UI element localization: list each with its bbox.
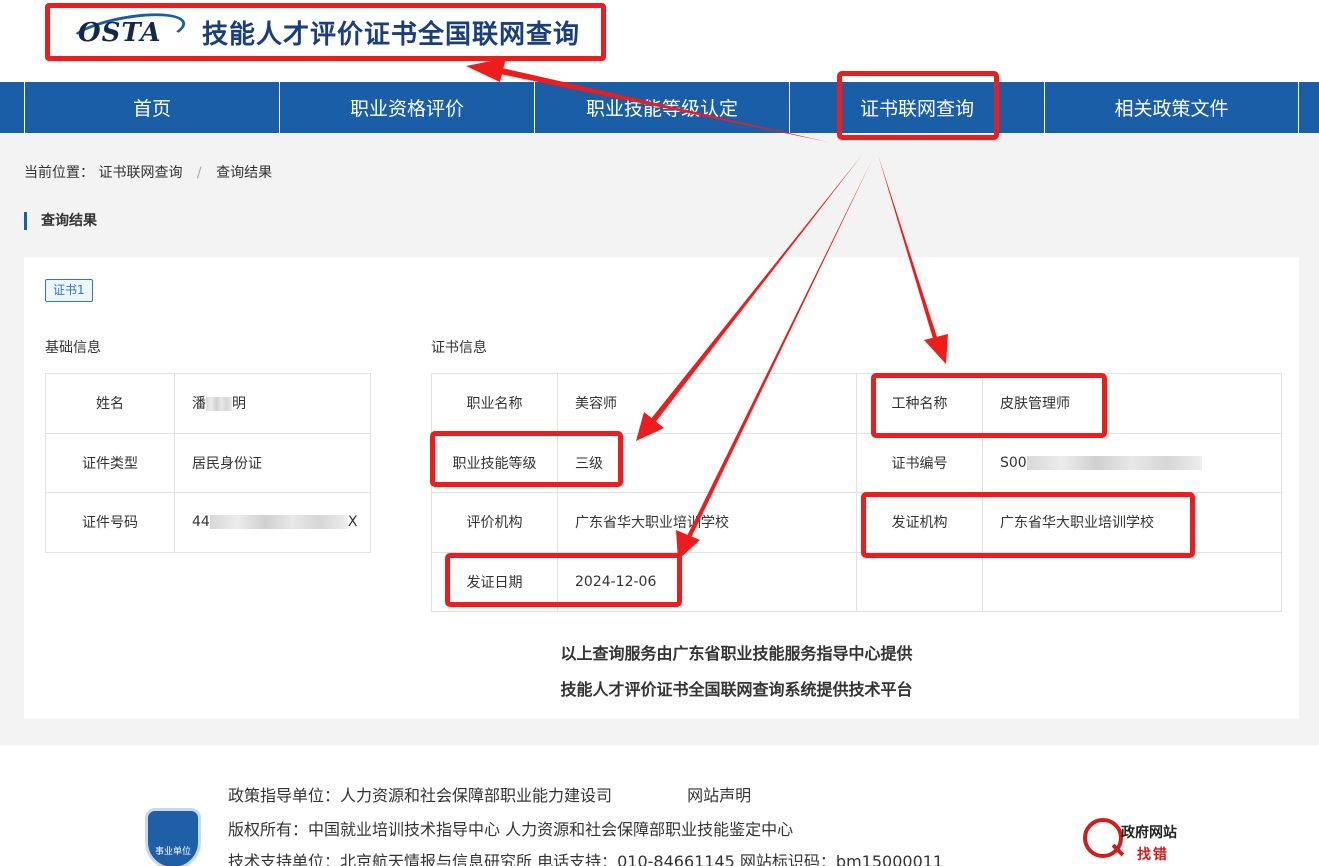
nav-item-policy-documents[interactable]: 相关政策文件 — [1044, 82, 1299, 133]
copyright-line: 版权所有：中国就业培训技术指导中心 人力资源和社会保障部职业技能鉴定中心 — [228, 820, 794, 839]
policy-guidance-line: 政策指导单位：人力资源和社会保障部职业能力建设司 网站声明 — [228, 786, 752, 805]
evaluation-org-label: 评价机构 — [431, 492, 558, 553]
name-value: 潘明 — [174, 373, 371, 434]
nav-item-certificate-query[interactable]: 证书联网查询 — [789, 82, 1044, 133]
result-card: 证书1 基础信息 证书信息 姓名 潘明 证件类型 居民身份证 证件号码 44 X … — [24, 257, 1299, 719]
breadcrumb-link-certificate-query[interactable]: 证书联网查询 — [98, 165, 182, 181]
evaluation-org-value: 广东省华大职业培训学校 — [557, 492, 857, 553]
public-institution-badge-icon[interactable]: 事业单位 — [145, 808, 201, 866]
provider-line-2: 技能人才评价证书全国联网查询系统提供技术平台 — [560, 680, 913, 699]
breadcrumb-current: 查询结果 — [216, 165, 273, 181]
table-row: 发证日期 2024-12-06 — [431, 551, 1282, 612]
cert-info-table: 职业名称 美容师 工种名称 皮肤管理师 职业技能等级 三级 证书编号 S00 评… — [431, 373, 1282, 612]
issuing-org-value: 广东省华大职业培训学校 — [982, 492, 1282, 553]
nav-item-qualification-evaluation[interactable]: 职业资格评价 — [279, 82, 534, 133]
site-title: 技能人才评价证书全国联网查询 — [202, 19, 581, 50]
provider-line-1: 以上查询服务由广东省职业技能服务指导中心提供 — [560, 644, 913, 663]
nav-item-home[interactable]: 首页 — [24, 82, 279, 133]
gov-website-error-report[interactable]: 政府网站 找错 — [1083, 816, 1193, 866]
site-statement-link[interactable]: 网站声明 — [687, 786, 751, 805]
cert-tab[interactable]: 证书1 — [45, 279, 93, 302]
cert-number-label: 证书编号 — [856, 432, 983, 493]
table-row: 姓名 潘明 — [45, 373, 371, 434]
table-row: 证件号码 44 X — [45, 492, 371, 553]
basic-info-title: 基础信息 — [45, 340, 101, 356]
job-type-label: 工种名称 — [856, 373, 983, 434]
occupation-label: 职业名称 — [431, 373, 558, 434]
occupation-value: 美容师 — [557, 373, 857, 434]
table-row: 证件类型 居民身份证 — [45, 432, 371, 493]
id-number-label: 证件号码 — [45, 492, 175, 553]
logo-highlight-box[interactable]: OSTA 技能人才评价证书全国联网查询 — [45, 3, 606, 61]
nav-item-skill-level-certification[interactable]: 职业技能等级认定 — [534, 82, 789, 133]
main-nav: 首页 职业资格评价 职业技能等级认定 证书联网查询 相关政策文件 — [0, 82, 1319, 133]
basic-info-table: 姓名 潘明 证件类型 居民身份证 证件号码 44 X — [45, 373, 371, 553]
breadcrumb: 当前位置： 证书联网查询 / 查询结果 — [24, 162, 272, 182]
name-label: 姓名 — [45, 373, 175, 434]
id-number-value: 44 X — [174, 492, 371, 553]
issue-date-label: 发证日期 — [431, 551, 558, 612]
cert-number-value: S00 — [982, 432, 1282, 493]
table-row: 职业名称 美容师 工种名称 皮肤管理师 — [431, 373, 1282, 434]
id-type-value: 居民身份证 — [174, 432, 371, 493]
issuing-org-label: 发证机构 — [856, 492, 983, 553]
breadcrumb-separator: / — [196, 165, 202, 181]
table-row: 职业技能等级 三级 证书编号 S00 — [431, 432, 1282, 493]
table-row: 评价机构 广东省华大职业培训学校 发证机构 广东省华大职业培训学校 — [431, 492, 1282, 553]
skill-level-label: 职业技能等级 — [431, 432, 558, 493]
empty-cell — [856, 551, 983, 612]
tech-support-line: 技术支持单位：北京航天情报与信息研究所 电话支持：010-84661145 网站… — [228, 852, 944, 866]
job-type-value: 皮肤管理师 — [982, 373, 1282, 434]
section-title: 查询结果 — [24, 212, 97, 230]
empty-cell — [982, 551, 1282, 612]
cert-info-title: 证书信息 — [431, 340, 487, 356]
osta-logo-icon: OSTA — [65, 6, 189, 60]
breadcrumb-prefix: 当前位置： — [24, 165, 94, 181]
skill-level-value: 三级 — [557, 432, 857, 493]
magnifier-icon — [1083, 818, 1123, 858]
site-footer: 政策指导单位：人力资源和社会保障部职业能力建设司 网站声明 版权所有：中国就业培… — [0, 745, 1319, 866]
issue-date-value: 2024-12-06 — [557, 551, 857, 612]
id-type-label: 证件类型 — [45, 432, 175, 493]
site-header: OSTA 技能人才评价证书全国联网查询 — [0, 0, 1319, 82]
